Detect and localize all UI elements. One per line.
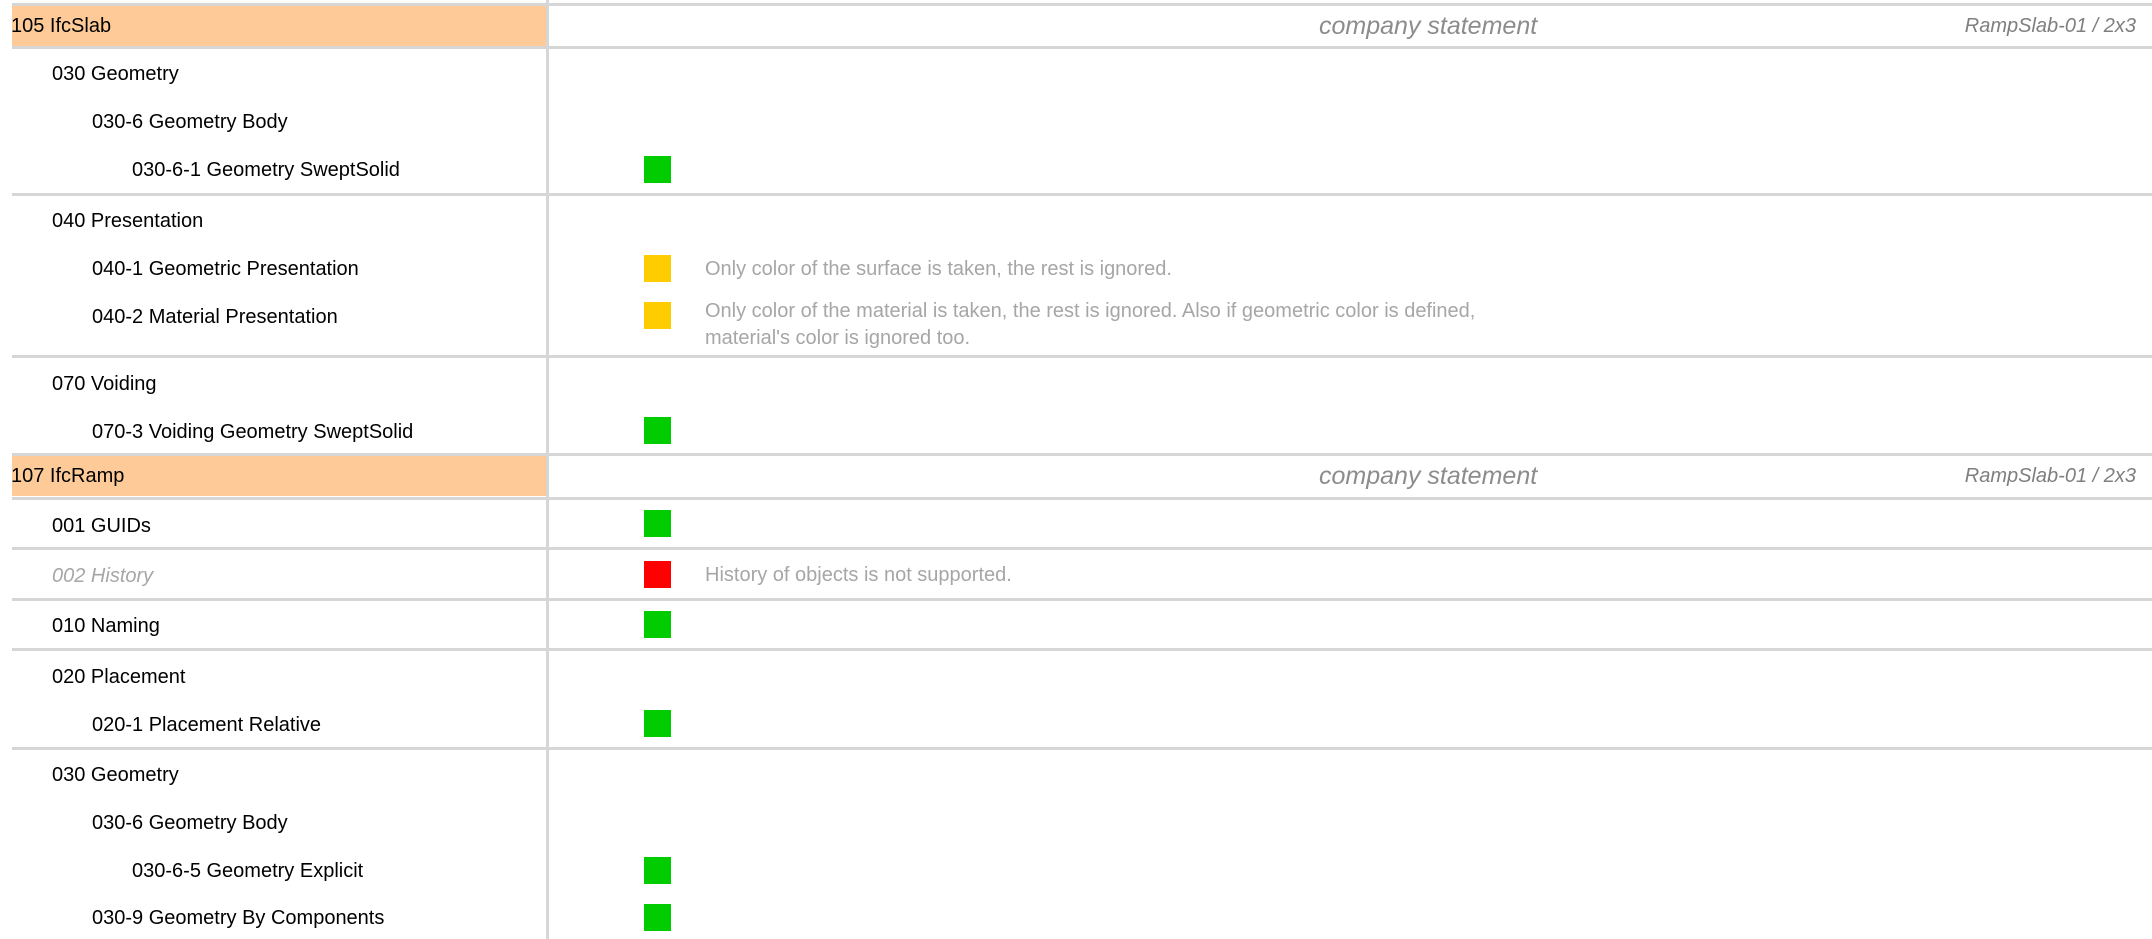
item-label: 030-6 Geometry Body — [92, 812, 288, 834]
reference-label: RampSlab-01 / 2x3 — [1964, 15, 2136, 37]
separator — [12, 598, 2152, 601]
section-title: 107 IfcRamp — [11, 465, 125, 487]
item-label: 040-2 Material Presentation — [92, 306, 338, 328]
status-ok-indicator — [644, 510, 671, 537]
item-label: 040-1 Geometric Presentation — [92, 258, 359, 280]
item-label: 020 Placement — [52, 666, 186, 688]
separator — [12, 355, 2152, 358]
conformance-sheet: 105 IfcSlab company statement RampSlab-0… — [0, 0, 2152, 939]
separator — [12, 547, 2152, 550]
item-note: History of objects is not supported. — [705, 564, 1012, 586]
item-label: 010 Naming — [52, 615, 160, 637]
status-ok-indicator — [644, 417, 671, 444]
item-label: 002 History — [52, 565, 154, 587]
status-partial-indicator — [644, 255, 671, 282]
status-ok-indicator — [644, 857, 671, 884]
separator — [12, 747, 2152, 750]
reference-label: RampSlab-01 / 2x3 — [1964, 465, 2136, 487]
item-note: Only color of the material is taken, the… — [705, 300, 1476, 349]
status-ok-indicator — [644, 156, 671, 183]
section-title: 105 IfcSlab — [11, 15, 112, 37]
separator — [12, 648, 2152, 651]
section-header: 105 IfcSlab — [11, 6, 546, 46]
separator — [12, 46, 2152, 49]
status-unsupported-indicator — [644, 561, 671, 588]
company-statement: company statement — [1319, 462, 1538, 490]
status-ok-indicator — [644, 904, 671, 931]
item-label: 030-6-5 Geometry Explicit — [132, 860, 364, 882]
item-label: 070 Voiding — [52, 373, 157, 395]
item-label: 030-9 Geometry By Components — [92, 907, 385, 929]
item-label: 070-3 Voiding Geometry SweptSolid — [92, 421, 414, 443]
item-label: 001 GUIDs — [52, 515, 151, 537]
item-label: 040 Presentation — [52, 210, 204, 232]
separator — [12, 193, 2152, 196]
section-header-info: company statement RampSlab-01 / 2x3 — [549, 6, 2152, 46]
company-statement: company statement — [1319, 12, 1538, 40]
item-label: 030-6-1 Geometry SweptSolid — [132, 159, 400, 181]
separator — [12, 497, 2152, 500]
item-label: 030-6 Geometry Body — [92, 111, 288, 133]
item-note: Only color of the surface is taken, the … — [705, 258, 1172, 280]
status-ok-indicator — [644, 611, 671, 638]
item-label: 020-1 Placement Relative — [92, 714, 322, 736]
status-ok-indicator — [644, 710, 671, 737]
section-header: 107 IfcRamp — [11, 456, 546, 496]
status-partial-indicator — [644, 302, 671, 329]
item-label: 030 Geometry — [52, 63, 179, 85]
item-label: 030 Geometry — [52, 764, 179, 786]
section-header-info: company statement RampSlab-01 / 2x3 — [549, 456, 2152, 496]
